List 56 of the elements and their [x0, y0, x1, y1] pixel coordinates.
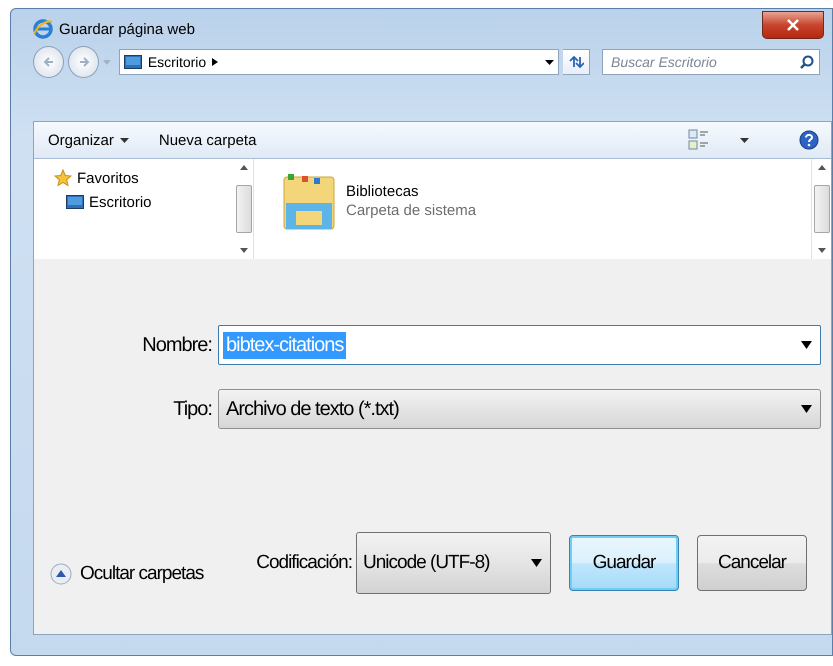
help-icon — [799, 130, 819, 150]
refresh-arrows-icon — [568, 55, 584, 69]
sidebar-label: Favoritos — [77, 170, 139, 186]
monitor-icon — [124, 55, 142, 69]
scroll-up-icon — [240, 165, 248, 170]
close-icon — [787, 19, 799, 31]
scroll-up-icon — [818, 165, 826, 170]
dropdown-caret-icon — [801, 405, 812, 413]
field-label: Nombre: — [141, 334, 212, 356]
address-bar[interactable]: Escritorio — [118, 49, 559, 75]
search-icon — [800, 55, 814, 69]
toggle-label: Ocultar carpetas — [80, 563, 204, 585]
toolbar-button[interactable]: Nueva carpeta — [158, 132, 256, 148]
dialog-button[interactable]: Cancelar — [697, 535, 807, 591]
address-path[interactable]: Escritorio — [148, 54, 206, 70]
field-value: bibtex-citations — [223, 332, 346, 358]
sidebar-label: Escritorio — [89, 194, 152, 210]
scroll-down-icon — [240, 248, 248, 253]
window-title: Guardar página web — [59, 20, 195, 38]
dropdown-caret-icon — [801, 341, 812, 349]
dropdown-caret-icon — [544, 60, 554, 64]
encoding-label: Codificación: — [256, 552, 352, 574]
star-icon — [54, 169, 72, 187]
view-options-icon — [688, 129, 710, 151]
close-button[interactable] — [762, 11, 824, 39]
file-name[interactable]: Bibliotecas — [346, 183, 476, 200]
scrollbar[interactable] — [234, 159, 254, 259]
scroll-thumb[interactable] — [814, 185, 830, 233]
forward-button[interactable] — [68, 46, 100, 78]
field-label: Tipo: — [172, 398, 212, 420]
browser-logo-icon — [33, 19, 53, 39]
dropdown-caret-icon — [740, 138, 749, 142]
sidebar-item[interactable]: Escritorio — [54, 193, 234, 211]
arrow-right-icon — [78, 56, 90, 68]
hide-folders-toggle[interactable]: Ocultar carpetas — [50, 541, 204, 585]
history-caret-icon — [103, 60, 111, 64]
file-detail: Carpeta de sistema — [346, 202, 476, 219]
refresh-button[interactable] — [562, 49, 590, 75]
encoding-dropdown[interactable]: Unicode (UTF-8) — [356, 532, 551, 594]
search-field[interactable]: Buscar Escritorio — [602, 49, 820, 75]
monitor-icon — [66, 193, 84, 211]
field-value: Archivo de texto (*.txt) — [225, 396, 400, 422]
breadcrumb-arrow-icon — [212, 58, 218, 66]
help-button[interactable] — [799, 130, 819, 150]
encoding-value: Unicode (UTF-8) — [363, 552, 490, 574]
dropdown-caret-icon — [531, 559, 542, 567]
sidebar-item[interactable]: Favoritos — [54, 169, 234, 187]
scroll-thumb[interactable] — [236, 185, 252, 233]
toolbar-button[interactable]: Organizar — [48, 132, 129, 148]
scroll-down-icon — [818, 248, 826, 253]
dialog-button[interactable]: Guardar — [569, 535, 679, 591]
back-button[interactable] — [33, 46, 64, 78]
arrow-left-icon — [42, 56, 55, 68]
type-dropdown[interactable]: Archivo de texto (*.txt) — [218, 389, 821, 429]
scrollbar[interactable] — [811, 159, 831, 259]
dropdown-caret-icon — [120, 138, 129, 142]
